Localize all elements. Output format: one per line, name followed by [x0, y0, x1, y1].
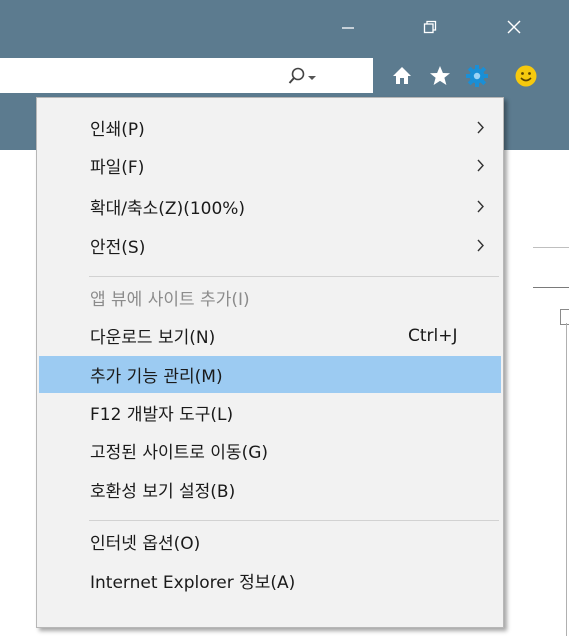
menu-item-zoom[interactable]: 확대/축소(Z)(100%) — [39, 188, 501, 225]
menu-item-internet-options[interactable]: 인터넷 옵션(O) — [39, 523, 501, 560]
chevron-right-icon — [477, 121, 484, 134]
title-bar — [0, 0, 569, 58]
close-button[interactable] — [494, 10, 534, 44]
dropdown-icon — [308, 76, 316, 80]
menu-item-label: 고정된 사이트로 이동(G) — [90, 443, 269, 463]
close-icon — [507, 20, 521, 34]
address-bar[interactable] — [0, 58, 373, 93]
menu-item-label: 인쇄(P) — [90, 120, 145, 140]
menu-item-label: 인터넷 옵션(O) — [90, 534, 201, 554]
menu-item-compatibility-view-settings[interactable]: 호환성 보기 설정(B) — [39, 471, 501, 508]
menu-separator — [89, 520, 499, 521]
menu-item-label: 파일(F) — [90, 158, 145, 178]
search-dropdown-button[interactable] — [288, 66, 318, 86]
search-icon — [288, 67, 305, 84]
chevron-right-icon — [477, 159, 484, 172]
restore-button[interactable] — [410, 10, 450, 44]
star-icon — [430, 65, 450, 85]
background-divider — [533, 287, 569, 288]
menu-item-label: 호환성 보기 설정(B) — [90, 482, 236, 502]
menu-item-label: 확대/축소(Z)(100%) — [90, 199, 246, 219]
menu-item-view-downloads[interactable]: 다운로드 보기(N) Ctrl+J — [39, 317, 501, 354]
menu-item-shortcut: Ctrl+J — [408, 325, 458, 346]
menu-item-file[interactable]: 파일(F) — [39, 147, 501, 184]
favorites-button[interactable] — [422, 58, 458, 93]
tools-menu: 인쇄(P) 파일(F) 확대/축소(Z)(100%) 안전(S) 앱 뷰에 사이트 추가… — [36, 97, 504, 628]
menu-item-label: 안전(S) — [90, 238, 146, 258]
tools-button[interactable] — [459, 58, 495, 93]
menu-item-print[interactable]: 인쇄(P) — [39, 109, 501, 146]
menu-item-go-to-pinned-sites[interactable]: 고정된 사이트로 이동(G) — [39, 432, 501, 469]
menu-item-label: Internet Explorer 정보(A) — [90, 573, 296, 593]
home-icon — [393, 66, 411, 84]
menu-item-label: F12 개발자 도구(L) — [90, 405, 234, 425]
menu-item-developer-tools[interactable]: F12 개발자 도구(L) — [39, 394, 501, 431]
menu-item-add-site-to-apps: 앱 뷰에 사이트 추가(I) — [39, 279, 501, 316]
menu-item-label: 앱 뷰에 사이트 추가(I) — [90, 290, 250, 310]
gear-icon — [466, 64, 488, 87]
menu-item-safety[interactable]: 안전(S) — [39, 227, 501, 264]
minimize-icon — [342, 27, 354, 29]
background-border — [566, 323, 567, 636]
smiley-icon — [515, 65, 537, 86]
background-checkbox — [560, 309, 569, 325]
chevron-right-icon — [477, 200, 484, 213]
feedback-button[interactable] — [508, 58, 544, 93]
menu-item-label: 다운로드 보기(N) — [90, 328, 216, 348]
menu-item-label: 추가 기능 관리(M) — [90, 367, 223, 387]
menu-item-manage-add-ons[interactable]: 추가 기능 관리(M) — [39, 356, 501, 393]
background-divider — [533, 247, 569, 248]
menu-separator — [89, 276, 499, 277]
home-button[interactable] — [384, 58, 420, 93]
menu-item-about-internet-explorer[interactable]: Internet Explorer 정보(A) — [39, 562, 501, 599]
restore-icon — [423, 20, 437, 34]
chevron-right-icon — [477, 239, 484, 252]
minimize-button[interactable] — [328, 10, 368, 44]
